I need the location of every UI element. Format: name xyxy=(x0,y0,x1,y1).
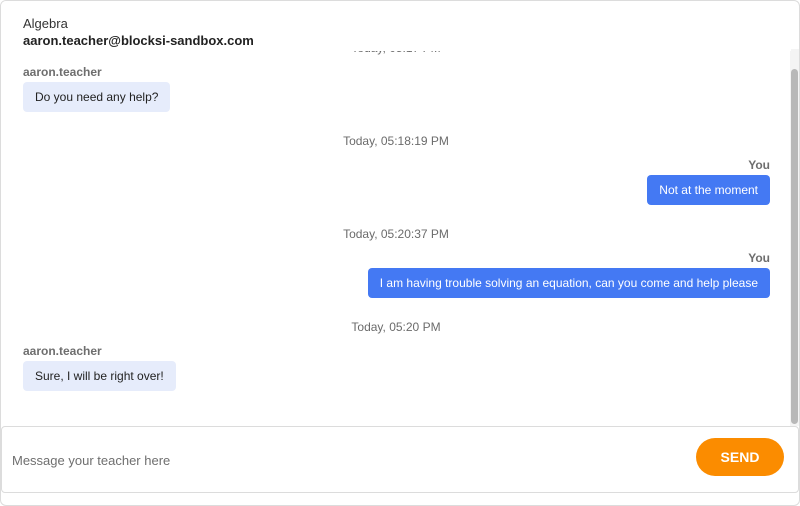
message-input[interactable] xyxy=(10,445,664,475)
message-composer: SEND xyxy=(1,426,799,493)
message-sender: aaron.teacher xyxy=(23,65,102,79)
incoming-message: Sure, I will be right over! xyxy=(23,361,176,391)
timestamp: Today, 05:20 PM xyxy=(351,320,441,334)
outgoing-message: Not at the moment xyxy=(647,175,770,205)
message-list[interactable]: Today, 05:17 PM aaron.teacher Do you nee… xyxy=(1,1,791,426)
chat-header: Algebra aaron.teacher@blocksi-sandbox.co… xyxy=(1,1,791,51)
teacher-email: aaron.teacher@blocksi-sandbox.com xyxy=(23,33,254,48)
send-button[interactable]: SEND xyxy=(696,438,784,476)
chat-window: Today, 05:17 PM aaron.teacher Do you nee… xyxy=(0,0,800,506)
outgoing-message: I am having trouble solving an equation,… xyxy=(367,268,770,298)
course-name: Algebra xyxy=(23,16,68,31)
timestamp: Today, 05:18:19 PM xyxy=(343,134,449,148)
timestamp: Today, 05:20:37 PM xyxy=(343,227,449,241)
message-sender: You xyxy=(748,158,770,172)
scrollbar-thumb[interactable] xyxy=(791,69,798,424)
message-sender: You xyxy=(748,251,770,265)
message-sender: aaron.teacher xyxy=(23,344,102,358)
incoming-message: Do you need any help? xyxy=(23,82,171,112)
